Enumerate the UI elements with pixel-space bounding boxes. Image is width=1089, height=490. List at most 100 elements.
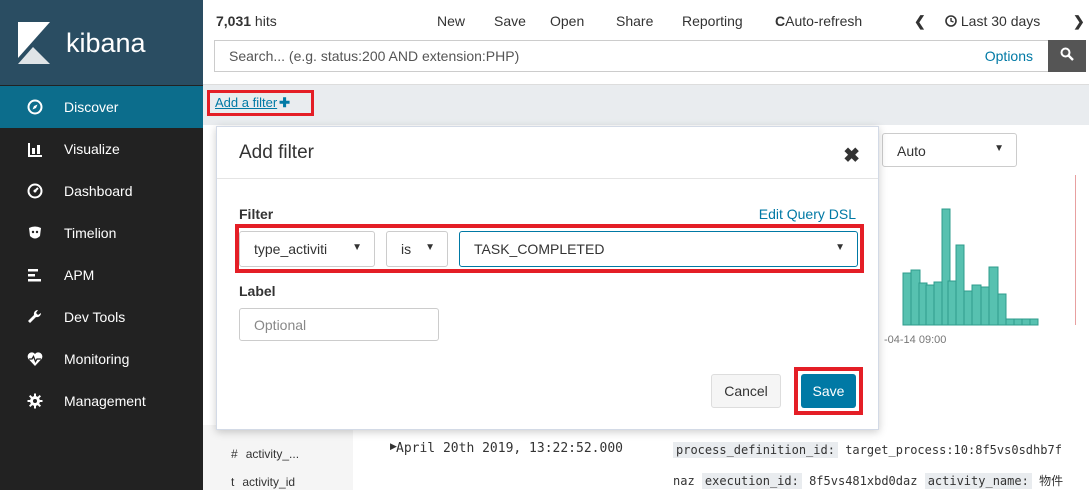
sidebar-item-discover[interactable]: Discover: [0, 86, 203, 128]
sidebar-item-label: Dashboard: [64, 183, 133, 199]
sidebar-item-monitoring[interactable]: Monitoring: [0, 338, 203, 380]
plus-icon: ✚: [279, 95, 291, 110]
histogram-bar: [971, 284, 982, 326]
source-value: 8f5vs481xbd0daz: [809, 474, 918, 488]
open-button[interactable]: Open: [550, 13, 584, 29]
time-back-button[interactable]: ❮: [914, 13, 926, 30]
field-select[interactable]: type_activiti ▼: [239, 231, 375, 267]
top-nav: 7,031 hits New Save Open Share Reporting…: [203, 0, 1089, 85]
close-icon[interactable]: ✖: [843, 143, 860, 168]
source-key: activity_name:: [924, 473, 1032, 489]
auto-refresh-button[interactable]: CAuto-refresh: [775, 13, 862, 29]
kibana-logo-icon: [18, 22, 50, 64]
options-button[interactable]: Options: [985, 48, 1033, 64]
histogram-bar: [988, 266, 999, 326]
sidebar-item-management[interactable]: Management: [0, 380, 203, 422]
hits-label: hits: [251, 13, 277, 29]
sidebar-item-timelion[interactable]: Timelion: [0, 212, 203, 254]
search-icon: [1060, 47, 1074, 66]
chart-axis-label: -04-14 09:00: [884, 334, 947, 346]
add-filter-link[interactable]: Add a filter ✚: [211, 93, 294, 113]
caret-down-icon: ▼: [835, 242, 845, 253]
popover-title: Add filter: [239, 142, 314, 163]
sidebar-item-dashboard[interactable]: Dashboard: [0, 170, 203, 212]
sidebar-item-label: Visualize: [64, 141, 120, 157]
histogram-bar: [1013, 318, 1023, 326]
field-name: activity_id: [242, 475, 296, 489]
number-type-icon: #: [231, 447, 238, 461]
dashboard-icon: [22, 183, 48, 199]
chevron-left-icon: ❮: [914, 13, 926, 29]
app-name: kibana: [66, 28, 146, 58]
field-list: # activity_... t activity_id: [203, 425, 353, 490]
heartbeat-icon: [22, 351, 48, 367]
source-key: process_definition_id:: [673, 442, 838, 458]
timelion-icon: [22, 225, 48, 241]
hits-count: 7,031: [216, 13, 252, 29]
save-search-button[interactable]: Save: [494, 13, 526, 29]
compass-icon: [22, 99, 48, 115]
document-source-line: naz execution_id: 8f5vs481xbd0daz activi…: [673, 472, 1063, 489]
source-value: target_process:10:8f5vs0sdhb7f: [845, 443, 1062, 457]
document-timestamp: April 20th 2019, 13:22:52.000: [396, 441, 623, 456]
source-value: 物件: [1039, 474, 1064, 488]
filter-section-label: Filter: [239, 206, 274, 222]
histogram-bar: [933, 281, 943, 326]
histogram-bar: [997, 293, 1007, 326]
hits-counter: 7,031 hits: [216, 13, 277, 29]
field-item[interactable]: # activity_...: [231, 447, 299, 461]
clock-icon: [945, 13, 961, 29]
apm-icon: [22, 267, 48, 283]
chevron-right-icon: ❯: [1073, 13, 1085, 29]
histogram-bar: [1021, 318, 1031, 326]
reporting-button[interactable]: Reporting: [682, 13, 743, 29]
time-picker-button[interactable]: Last 30 days: [945, 13, 1040, 29]
source-key: execution_id:: [701, 473, 802, 489]
add-filter-label: Add a filter: [215, 95, 278, 110]
caret-down-icon: ▼: [352, 242, 362, 253]
time-range-label: Last 30 days: [960, 13, 1041, 29]
value-select[interactable]: TASK_COMPLETED ▼: [459, 231, 858, 267]
auto-refresh-label: Auto-refresh: [785, 13, 863, 29]
new-button[interactable]: New: [437, 13, 465, 29]
wrench-icon: [22, 309, 48, 325]
custom-label-input[interactable]: [239, 308, 439, 341]
document-source-line: process_definition_id: target_process:10…: [673, 442, 1062, 458]
sidebar-item-label: Dev Tools: [64, 309, 126, 325]
histogram-bar: [947, 280, 957, 326]
sidebar-item-dev-tools[interactable]: Dev Tools: [0, 296, 203, 338]
sidebar-item-label: APM: [64, 267, 95, 283]
document-table: # activity_... t activity_id ▶ April 20th …: [203, 425, 1089, 490]
add-filter-popover: Add filter ✖ Filter Edit Query DSL type_…: [216, 126, 879, 430]
cancel-button[interactable]: Cancel: [711, 374, 781, 408]
source-value: naz: [673, 474, 695, 488]
histogram-bar: [1005, 318, 1015, 326]
bar-chart-icon: [22, 141, 48, 157]
share-button[interactable]: Share: [616, 13, 653, 29]
field-item[interactable]: t activity_id: [231, 475, 295, 489]
histogram-bar: [902, 272, 912, 326]
operator-select-value: is: [401, 241, 412, 257]
label-section-label: Label: [239, 283, 276, 299]
sidebar-item-apm[interactable]: APM: [0, 254, 203, 296]
sidebar-item-label: Monitoring: [64, 351, 130, 367]
histogram-bars: [902, 208, 1039, 326]
kibana-app: kibana Discover Visualize Dashboard Time…: [0, 0, 1089, 490]
save-button[interactable]: Save: [801, 374, 856, 408]
logo-area[interactable]: kibana: [0, 0, 203, 85]
value-select-value: TASK_COMPLETED: [474, 241, 605, 257]
string-type-icon: t: [231, 475, 235, 489]
search-input[interactable]: [215, 41, 955, 71]
histogram-bar: [963, 290, 973, 326]
filter-bar: Add a filter ✚: [203, 85, 1089, 125]
search-button[interactable]: [1048, 40, 1086, 72]
sidebar-item-label: Management: [64, 393, 146, 409]
sidebar-item-visualize[interactable]: Visualize: [0, 128, 203, 170]
operator-select[interactable]: is ▼: [386, 231, 448, 267]
time-forward-button[interactable]: ❯: [1073, 13, 1085, 30]
sidebar-item-label: Timelion: [64, 225, 117, 241]
edit-query-dsl-link[interactable]: Edit Query DSL: [759, 206, 856, 222]
field-select-value: type_activiti: [254, 241, 328, 257]
histogram-bar: [980, 286, 990, 326]
popover-header: Add filter ✖: [217, 127, 878, 179]
